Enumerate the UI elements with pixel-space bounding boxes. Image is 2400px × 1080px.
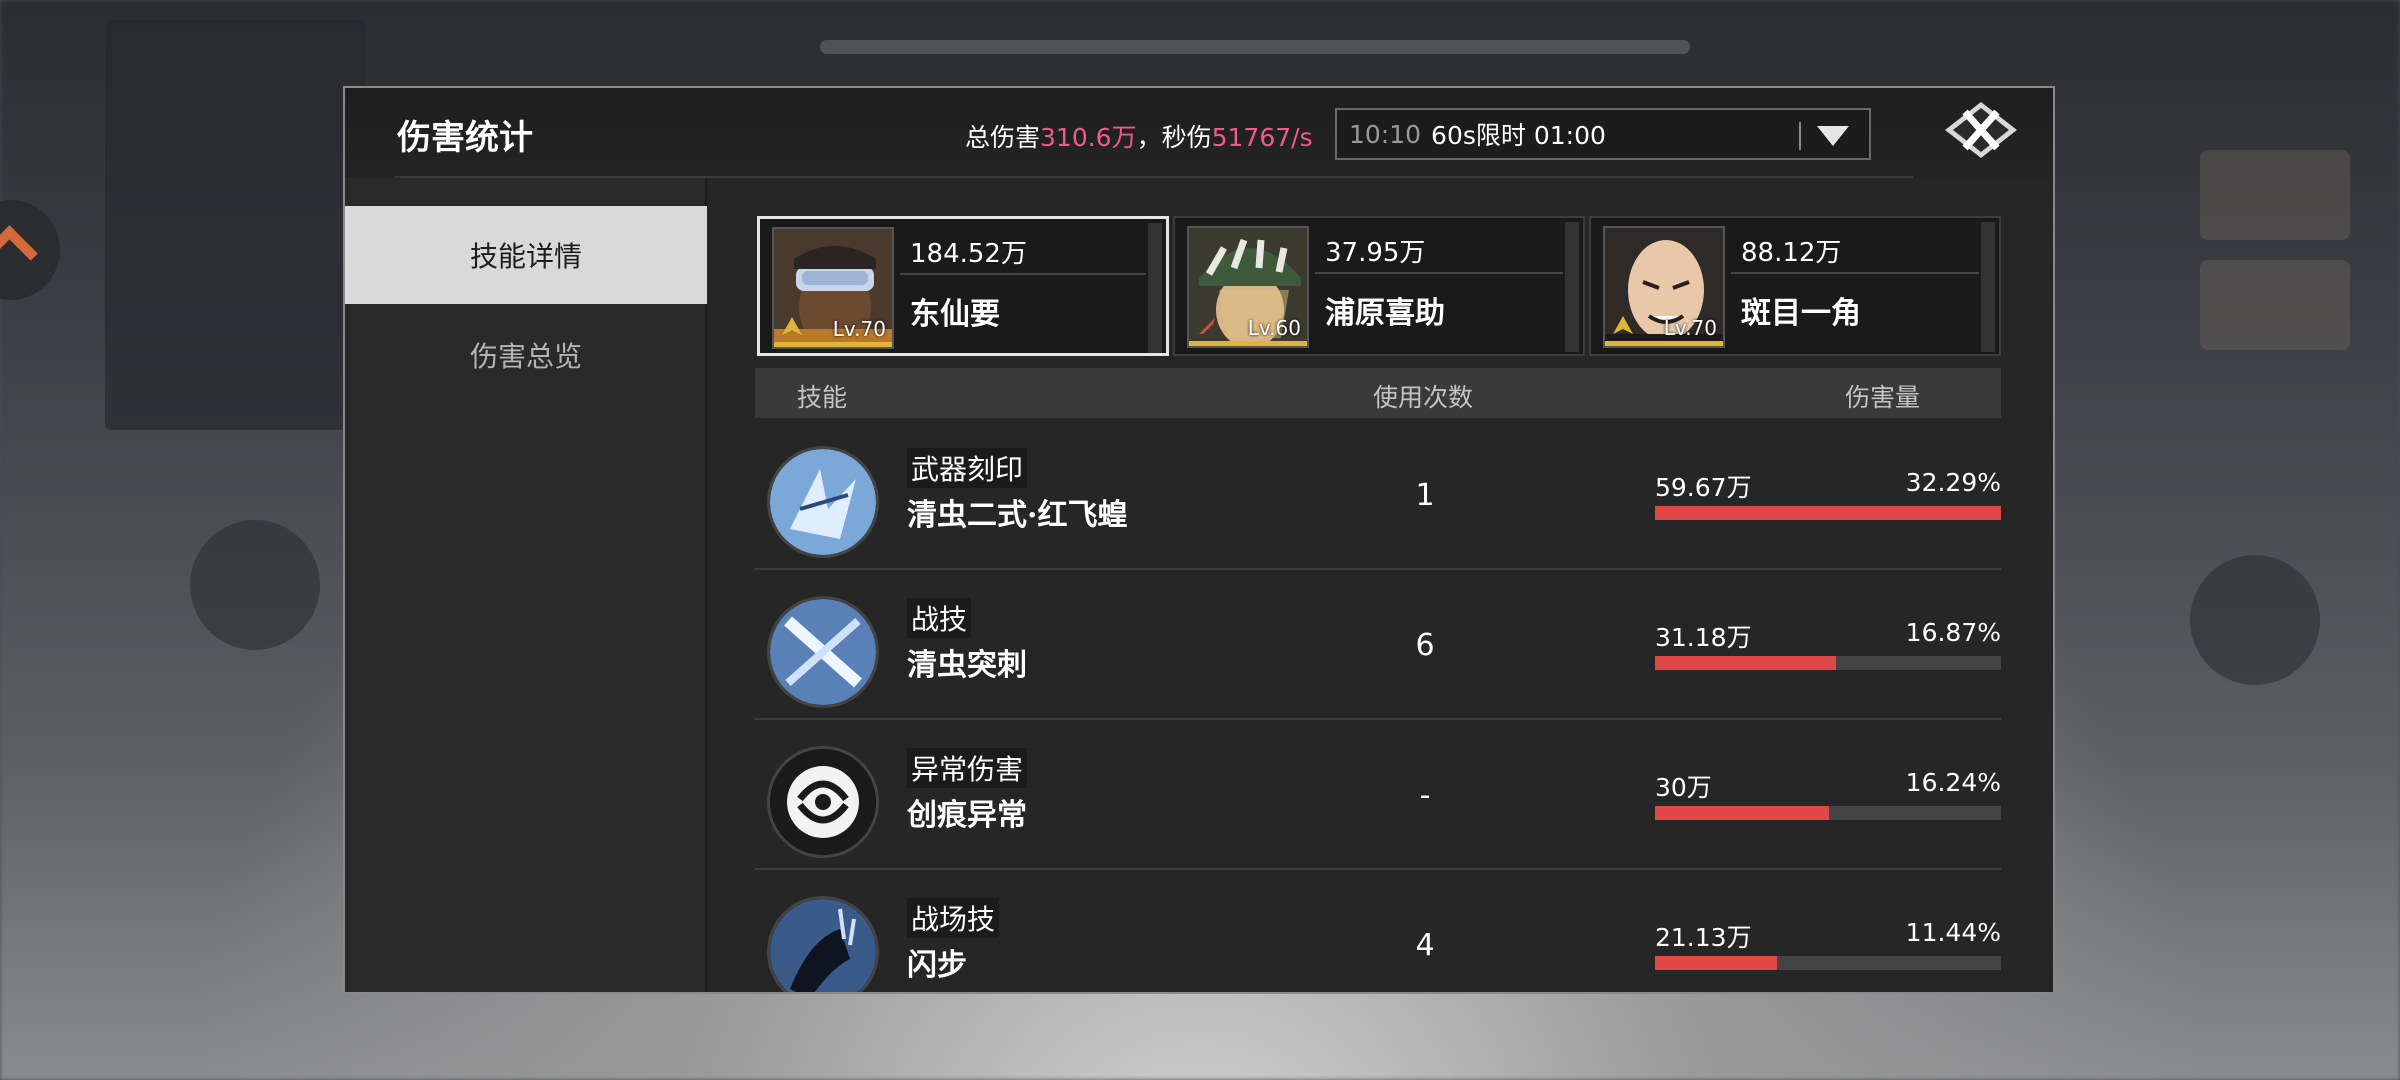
skill-name: 清虫二式·红飞蝗: [907, 498, 1128, 533]
skill-type: 异常伤害: [907, 748, 1028, 788]
skill-uses: 1: [1415, 478, 1435, 513]
skill-uses: 4: [1415, 928, 1435, 963]
battle-time: 10:10: [1349, 119, 1422, 149]
ice-shard-icon: [767, 446, 879, 558]
close-button[interactable]: [1943, 100, 2019, 160]
close-icon: [1945, 102, 2017, 158]
battle-mode: 60s限时 01:00: [1431, 121, 1606, 150]
summary-separator: ，: [1136, 123, 1162, 152]
character-damage: 184.52万: [910, 239, 1027, 269]
divider: [900, 273, 1146, 275]
card-scrollbar: [1148, 223, 1162, 353]
dash-silhouette-icon: [767, 896, 879, 992]
skill-percent: 11.44%: [1905, 918, 2001, 947]
skill-damage: 21.13万: [1655, 923, 1752, 952]
character-level: Lv.70: [832, 317, 886, 341]
character-name: 浦原喜助: [1325, 296, 1445, 331]
character-damage: 37.95万: [1325, 238, 1426, 268]
character-card-urahara[interactable]: Lv.60 37.95万 浦原喜助: [1173, 216, 1585, 356]
divider: [1731, 272, 1979, 274]
character-portrait: Lv.70: [772, 227, 894, 349]
skill-name: 清虫突刺: [907, 648, 1027, 683]
damage-bar: [1655, 656, 2001, 670]
total-damage-value: 310.6万: [1040, 123, 1137, 152]
rank-bar: [774, 342, 892, 347]
element-wind-icon: [782, 317, 802, 335]
tab-damage-overview[interactable]: 伤害总览: [345, 304, 707, 406]
damage-bar-fill: [1655, 506, 2001, 520]
background-health-bar: [820, 40, 1690, 54]
skill-damage: 59.67万: [1655, 473, 1752, 502]
rank-bar: [1189, 341, 1307, 346]
damage-bar: [1655, 806, 2001, 820]
character-name: 斑目一角: [1741, 296, 1861, 331]
damage-bar-fill: [1655, 956, 1778, 970]
skill-uses: -: [1419, 778, 1431, 813]
skill-uses: 6: [1415, 628, 1435, 663]
dialog-header: 伤害统计 总伤害310.6万，秒伤51767/s 10:10 60s限时 01:…: [345, 88, 2053, 178]
cross-slash-icon: [767, 596, 879, 708]
select-divider: [1799, 122, 1801, 150]
skill-row[interactable]: 战技 清虫突刺 6 31.18万 16.87%: [755, 570, 2001, 720]
damage-bar: [1655, 956, 2001, 970]
character-level: Lv.60: [1247, 316, 1301, 340]
skill-damage: 30万: [1655, 773, 1712, 802]
dps-value: 51767/s: [1211, 123, 1313, 152]
skill-percent: 16.24%: [1905, 768, 2001, 797]
damage-bar: [1655, 506, 2001, 520]
element-wind-icon: [1613, 316, 1633, 334]
skill-type: 战场技: [907, 898, 1000, 938]
swirl-icon: [767, 746, 879, 858]
skill-name: 创痕异常: [907, 798, 1027, 833]
dropdown-arrow-icon[interactable]: [1817, 126, 1849, 146]
character-card-madarame[interactable]: Lv.70 88.12万 斑目一角: [1589, 216, 2001, 356]
tab-skill-details[interactable]: 技能详情: [345, 206, 707, 304]
total-damage-label: 总伤害: [965, 123, 1041, 152]
dialog-title: 伤害统计: [397, 118, 533, 158]
skill-row[interactable]: 武器刻印 清虫二式·红飞蝗 1 59.67万 32.29%: [755, 420, 2001, 570]
dps-label: 秒伤: [1161, 123, 1212, 152]
damage-bar-fill: [1655, 656, 1836, 670]
character-name: 东仙要: [910, 297, 1000, 332]
divider: [1315, 272, 1563, 274]
skill-row[interactable]: 战场技 闪步 4 21.13万 11.44%: [755, 870, 2001, 992]
background-left-panel: [105, 20, 365, 430]
damage-summary: 总伤害310.6万，秒伤51767/s: [965, 118, 1313, 154]
character-portrait: Lv.70: [1603, 226, 1725, 348]
column-damage: 伤害量: [1845, 383, 1921, 412]
element-slash-icon: [1199, 318, 1215, 334]
damage-bar-fill: [1655, 806, 1830, 820]
rank-bar: [1605, 341, 1723, 346]
skill-percent: 32.29%: [1905, 468, 2001, 497]
sidebar: 技能详情 伤害总览: [345, 178, 707, 992]
character-level: Lv.70: [1663, 316, 1717, 340]
skill-row[interactable]: 异常伤害 创痕异常 - 30万 16.24%: [755, 720, 2001, 870]
background-thumbnail: [2200, 260, 2350, 350]
skill-type: 战技: [907, 598, 972, 638]
skill-table-header: 技能 使用次数 伤害量: [755, 368, 2001, 418]
card-scrollbar: [1565, 222, 1579, 352]
column-skill: 技能: [797, 383, 848, 412]
damage-stats-dialog: 伤害统计 总伤害310.6万，秒伤51767/s 10:10 60s限时 01:…: [343, 86, 2055, 994]
column-uses: 使用次数: [1373, 383, 1474, 412]
skill-type: 武器刻印: [907, 448, 1028, 488]
character-card-tousen[interactable]: Lv.70 184.52万 东仙要: [757, 216, 1169, 356]
background-skill-button: [190, 520, 320, 650]
battle-time-select[interactable]: 10:10 60s限时 01:00: [1335, 108, 1871, 160]
card-scrollbar: [1981, 222, 1995, 352]
skill-name: 闪步: [907, 948, 967, 983]
skill-percent: 16.87%: [1905, 618, 2001, 647]
background-skill-button: [2190, 555, 2320, 685]
skill-damage: 31.18万: [1655, 623, 1752, 652]
character-portrait: Lv.60: [1187, 226, 1309, 348]
background-thumbnail: [2200, 150, 2350, 240]
character-damage: 88.12万: [1741, 238, 1842, 268]
